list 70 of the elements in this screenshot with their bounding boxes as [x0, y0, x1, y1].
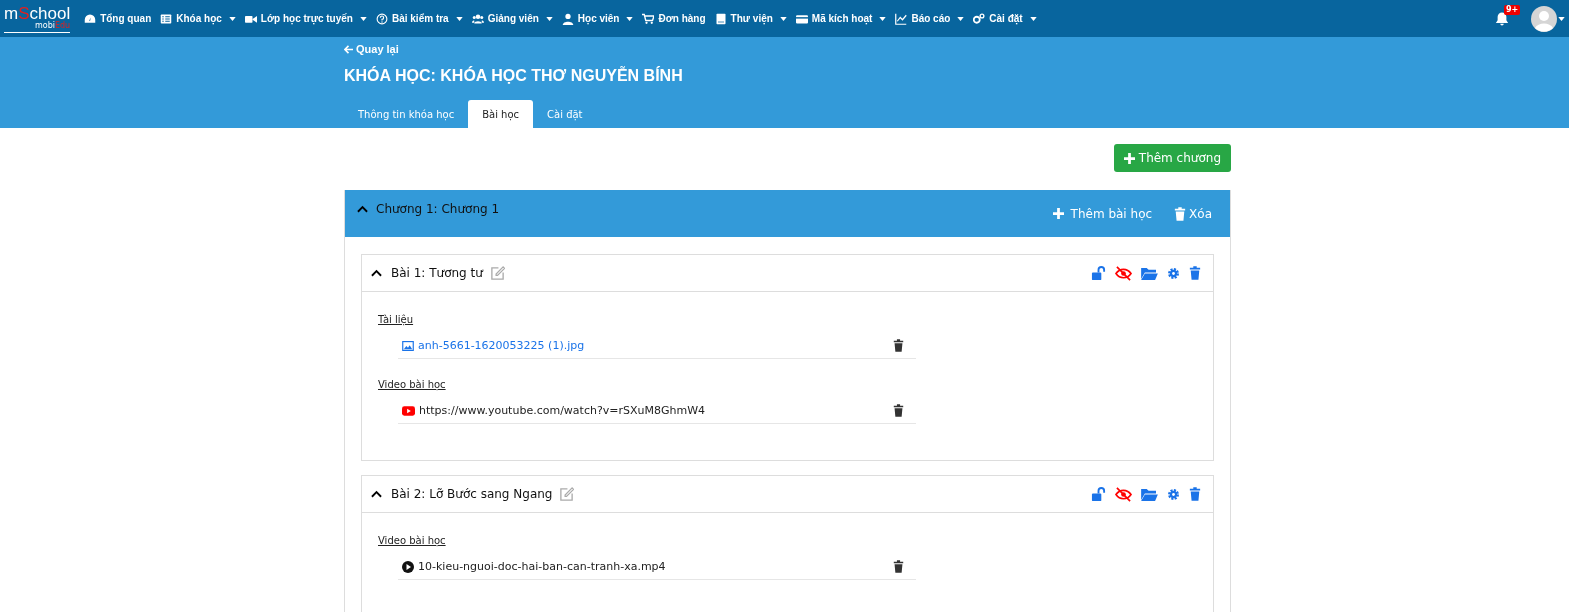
book-icon	[714, 12, 727, 25]
user-avatar-icon[interactable]	[1531, 5, 1557, 32]
user-icon	[561, 12, 574, 25]
file-link[interactable]: anh-5661-1620053225 (1).jpg	[418, 339, 585, 352]
credit-card-icon	[795, 12, 808, 25]
nav-menu-item[interactable]: Đơn hàng	[642, 12, 706, 25]
folder-icon[interactable]	[1141, 487, 1158, 501]
caret-icon[interactable]	[1558, 16, 1565, 21]
logo[interactable]: mSchool mobiEdu	[4, 4, 71, 33]
edit-icon[interactable]	[489, 265, 505, 281]
caret-icon	[1029, 16, 1037, 21]
caret-icon	[957, 16, 965, 21]
nav-menu-item[interactable]: Tổng quan	[84, 12, 152, 25]
lesson-title: Bài 1: Tương tư	[391, 266, 483, 280]
cart-icon	[642, 12, 655, 25]
nav-menu-item[interactable]: Cài đặt	[973, 12, 1037, 25]
gauge-icon	[84, 12, 97, 25]
nav-menu-item[interactable]: Lớp học trực tuyến	[244, 12, 367, 25]
trash-icon[interactable]	[893, 339, 904, 352]
plus-icon	[1052, 208, 1064, 219]
unlock-icon[interactable]	[1091, 265, 1106, 281]
gears-icon	[973, 12, 986, 25]
eye-slash-icon[interactable]	[1115, 486, 1132, 502]
unlock-icon[interactable]	[1091, 486, 1106, 502]
chapter-title: Chương 1: Chương 1	[376, 201, 500, 216]
nav-menu-item[interactable]: Khóa học	[160, 12, 236, 25]
lesson-title: Bài 2: Lỡ Bước sang Ngang	[391, 487, 553, 501]
eye-slash-icon[interactable]	[1115, 265, 1132, 281]
notification-count-badge: 9+	[1504, 5, 1521, 15]
nav-menu-item[interactable]: Bài kiểm tra	[375, 12, 463, 25]
folder-icon[interactable]	[1141, 266, 1158, 280]
trash-icon[interactable]	[893, 560, 904, 573]
image-icon	[402, 340, 414, 351]
question-circle-icon	[375, 12, 388, 25]
add-chapter-button[interactable]: Thêm chương	[1113, 144, 1231, 172]
caret-icon	[228, 16, 236, 21]
nav-menu-item[interactable]: Học viên	[561, 12, 634, 25]
video-file-name: 10-kieu-nguoi-doc-hai-ban-can-tranh-xa.mp4	[418, 560, 666, 573]
caret-icon	[455, 16, 463, 21]
settings-icon[interactable]	[1167, 487, 1180, 501]
section-heading: Video bài học	[378, 379, 447, 390]
caret-icon	[545, 16, 553, 21]
play-circle-icon	[402, 560, 414, 573]
edit-icon[interactable]	[559, 486, 575, 502]
chevron-icon[interactable]	[371, 490, 382, 498]
nav-menu-item[interactable]: Giảng viên	[471, 12, 553, 25]
nav-menu-item[interactable]: Báo cáo	[895, 12, 965, 25]
plus-icon	[1123, 152, 1135, 164]
chevron-icon[interactable]	[357, 204, 368, 213]
nav-menu-item[interactable]: Thư viện	[714, 12, 787, 25]
nav-menu-item[interactable]: Mã kích hoạt	[795, 12, 887, 25]
notification-bell-icon[interactable]	[1495, 11, 1509, 26]
section-heading: Tài liệu	[378, 314, 415, 325]
tab[interactable]: Bài học	[468, 100, 534, 128]
page-title: KHÓA HỌC: KHÓA HỌC THƠ NGUYỄN BÍNH	[344, 67, 684, 85]
youtube-icon	[402, 405, 415, 416]
caret-icon	[626, 16, 634, 21]
caret-icon	[879, 16, 887, 21]
trash-icon[interactable]	[893, 404, 904, 417]
arrow-left-icon	[344, 44, 353, 54]
section-heading: Video bài học	[378, 535, 447, 546]
trash-icon	[1174, 206, 1187, 221]
chevron-icon[interactable]	[371, 269, 382, 277]
line-chart-icon	[895, 12, 908, 25]
caret-icon	[779, 16, 787, 21]
video-url: https://www.youtube.com/watch?v=rSXuM8GhmW4	[419, 404, 706, 417]
users-icon	[471, 12, 484, 25]
settings-icon[interactable]	[1167, 266, 1180, 280]
caret-icon	[359, 16, 367, 21]
list-icon	[160, 12, 173, 25]
